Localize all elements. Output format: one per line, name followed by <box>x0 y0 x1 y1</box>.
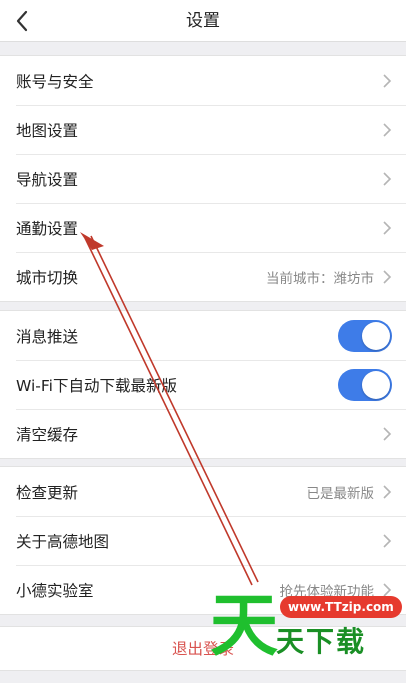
back-button[interactable] <box>10 8 34 34</box>
settings-item-label: 城市切换 <box>16 268 79 287</box>
chevron-right-icon <box>382 171 392 187</box>
settings-group-account: 账号与安全 地图设置 导航设置 通勤设置 城市切换 当前城市：潍坊市 <box>0 55 406 302</box>
settings-item-account-security[interactable]: 账号与安全 <box>0 56 406 105</box>
top-bar: 设置 <box>0 0 406 42</box>
site-watermark: 天 www.TTzip.com 天下载 <box>206 586 402 666</box>
update-status-value: 已是最新版 <box>306 485 375 502</box>
settings-item-label: 检查更新 <box>16 483 79 502</box>
settings-item-wifi-auto-download[interactable]: Wi-Fi下自动下载最新版 <box>0 360 406 409</box>
page-title: 设置 <box>186 11 220 31</box>
settings-item-check-update[interactable]: 检查更新 已是最新版 <box>0 467 406 516</box>
watermark-big-character: 天 <box>210 586 279 666</box>
settings-item-label: 地图设置 <box>16 121 79 140</box>
chevron-right-icon <box>382 73 392 89</box>
settings-item-clear-cache[interactable]: 清空缓存 <box>0 409 406 458</box>
push-messages-toggle[interactable] <box>338 319 392 352</box>
settings-item-map[interactable]: 地图设置 <box>0 105 406 154</box>
current-city-value: 当前城市：潍坊市 <box>266 270 374 287</box>
chevron-right-icon <box>382 533 392 549</box>
settings-item-label: 账号与安全 <box>16 72 94 91</box>
settings-group-notifications: 消息推送 Wi-Fi下自动下载最新版 清空缓存 <box>0 310 406 459</box>
wifi-auto-download-toggle[interactable] <box>338 368 392 401</box>
toggle-knob <box>362 370 390 399</box>
watermark-url: www.TTzip.com <box>280 596 402 618</box>
settings-item-label: Wi-Fi下自动下载最新版 <box>16 376 177 395</box>
chevron-left-icon <box>16 10 28 32</box>
chevron-right-icon <box>382 426 392 442</box>
settings-item-label: 清空缓存 <box>16 425 79 444</box>
settings-item-about-amap[interactable]: 关于高德地图 <box>0 516 406 565</box>
settings-item-label: 消息推送 <box>16 327 79 346</box>
watermark-text: 天下载 <box>276 625 367 658</box>
settings-item-label: 关于高德地图 <box>16 532 110 551</box>
chevron-right-icon <box>382 484 392 500</box>
settings-item-label: 通勤设置 <box>16 219 79 238</box>
chevron-right-icon <box>382 220 392 236</box>
chevron-right-icon <box>382 122 392 138</box>
chevron-right-icon <box>382 269 392 285</box>
settings-item-navigation[interactable]: 导航设置 <box>0 154 406 203</box>
settings-item-label: 导航设置 <box>16 170 79 189</box>
toggle-knob <box>362 321 390 350</box>
settings-item-city-switch[interactable]: 城市切换 当前城市：潍坊市 <box>0 252 406 301</box>
settings-item-push-messages[interactable]: 消息推送 <box>0 311 406 360</box>
settings-item-commute[interactable]: 通勤设置 <box>0 203 406 252</box>
